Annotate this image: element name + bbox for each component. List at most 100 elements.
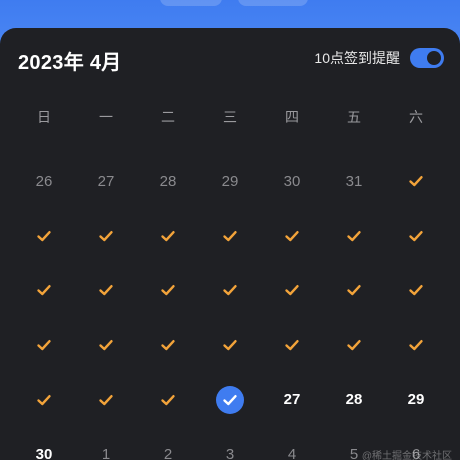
day-cell[interactable] [385,209,447,264]
day-cell[interactable]: 30 [13,427,75,460]
check-icon [223,230,237,242]
calendar-grid: 26 27 28 29 30 31 27 28 29 30 1 2 3 4 5 6 [13,154,447,460]
check-icon [161,230,175,242]
day-cell[interactable] [199,372,261,427]
day-number: 27 [283,391,301,409]
check-icon [99,230,113,242]
day-cell[interactable] [199,318,261,373]
backdrop-tab-left [160,0,222,6]
day-number: 2 [163,445,173,460]
backdrop-tab-right [238,0,308,6]
check-icon [409,340,423,351]
toggle-knob [427,51,441,65]
check-icon [37,394,51,405]
day-cell[interactable]: 28 [323,372,385,427]
weekday-label: 五 [347,109,361,125]
day-number: 5 [349,445,359,460]
day-cell[interactable] [137,372,199,427]
calendar-header: 2023年 4月 10点签到提醒 [0,28,460,88]
day-number: 30 [35,445,53,460]
check-icon [409,285,423,296]
day-cell[interactable]: 26 [13,154,75,209]
day-cell[interactable] [13,209,75,264]
check-icon [223,340,237,351]
check-icon [161,285,175,296]
day-cell[interactable] [261,209,323,264]
day-cell[interactable]: 1 [75,427,137,460]
check-icon [347,285,361,296]
day-cell[interactable]: 2 [137,427,199,460]
day-number: 30 [283,172,301,190]
day-cell[interactable]: 29 [385,372,447,427]
day-cell[interactable]: 4 [261,427,323,460]
day-cell[interactable]: 28 [137,154,199,209]
check-icon [99,340,113,351]
day-cell[interactable] [261,318,323,373]
reminder-toggle[interactable] [410,48,444,68]
check-icon [223,285,237,296]
weekday-header-row: 日一二三四五六 [13,106,447,128]
day-number: 4 [287,445,297,460]
weekday-label: 日 [37,109,51,125]
day-number: 27 [97,172,115,190]
day-number: 26 [35,172,53,190]
reminder-setting: 10点签到提醒 [314,48,444,68]
check-icon [285,340,299,351]
day-cell[interactable] [385,318,447,373]
check-icon [37,285,51,296]
day-cell[interactable] [323,318,385,373]
calendar-screen: 2023年 4月 10点签到提醒 日一二三四五六 26 27 28 29 30 31 27 2… [0,0,460,460]
day-number: 28 [345,391,363,409]
weekday-label: 六 [409,109,423,125]
day-cell[interactable]: 27 [75,154,137,209]
day-cell[interactable] [261,263,323,318]
check-icon [161,340,175,351]
check-icon [347,230,361,242]
day-number: 31 [345,172,363,190]
day-cell[interactable]: 29 [199,154,261,209]
day-number: 3 [225,445,235,460]
day-cell[interactable] [323,209,385,264]
check-icon [285,285,299,296]
day-cell[interactable] [385,154,447,209]
day-cell[interactable]: 27 [261,372,323,427]
day-cell[interactable]: 31 [323,154,385,209]
check-icon [37,340,51,351]
weekday-label: 三 [223,109,237,125]
day-cell[interactable] [75,372,137,427]
check-icon [409,230,423,242]
day-cell[interactable] [75,209,137,264]
day-number: 29 [221,172,239,190]
day-cell[interactable] [323,263,385,318]
day-number: 28 [159,172,177,190]
day-cell[interactable]: 3 [199,427,261,460]
watermark: @稀土掘金技术社区 [361,451,452,460]
check-icon [99,285,113,296]
check-icon [285,230,299,242]
weekday-label: 一 [99,109,113,125]
check-icon [223,394,237,405]
day-cell[interactable] [385,263,447,318]
today-checked-badge [216,385,244,414]
check-icon [37,230,51,242]
check-icon [99,394,113,405]
month-title: 2023年 4月 [18,52,122,74]
day-cell[interactable] [137,318,199,373]
reminder-label: 10点签到提醒 [314,50,400,66]
check-icon [347,340,361,351]
weekday-label: 四 [285,109,299,125]
day-cell[interactable] [13,372,75,427]
day-number: 1 [101,445,111,460]
day-cell[interactable] [137,263,199,318]
day-cell[interactable] [13,263,75,318]
check-icon [161,394,175,405]
day-cell[interactable]: 30 [261,154,323,209]
day-cell[interactable] [137,209,199,264]
calendar-card: 2023年 4月 10点签到提醒 日一二三四五六 26 27 28 29 30 31 27 2… [0,28,460,460]
day-cell[interactable] [199,209,261,264]
weekday-label: 二 [161,109,175,125]
day-cell[interactable] [75,318,137,373]
day-cell[interactable] [13,318,75,373]
day-cell[interactable] [199,263,261,318]
day-cell[interactable] [75,263,137,318]
